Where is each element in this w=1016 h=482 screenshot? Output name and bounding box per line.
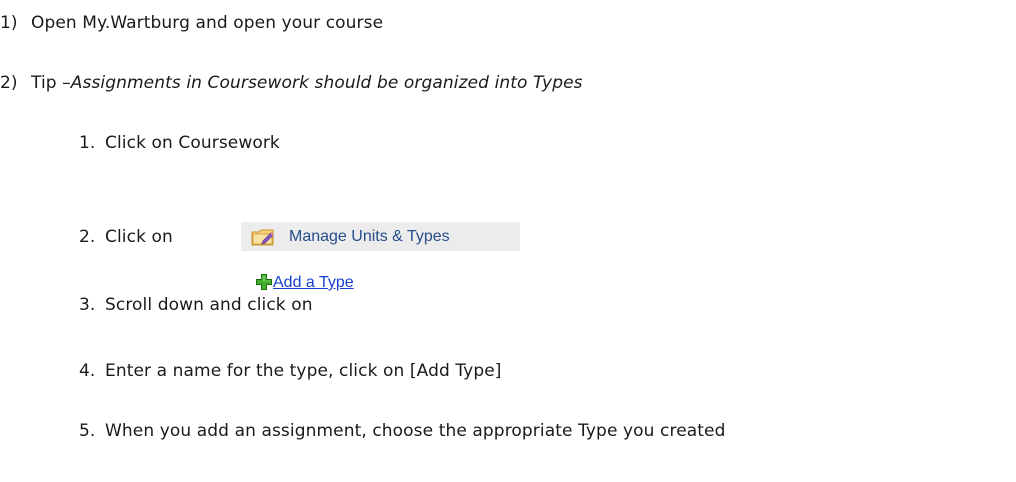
substep-3: 3. Scroll down and click on xyxy=(79,294,313,316)
edit-folder-icon xyxy=(251,227,275,247)
add-a-type-link[interactable]: Add a Type xyxy=(256,272,354,294)
substep-text: Scroll down and click on xyxy=(105,295,313,315)
step-tip-text: Assignments in Coursework should be orga… xyxy=(70,73,583,93)
green-plus-icon xyxy=(256,274,272,290)
substep-number: 3. xyxy=(79,295,96,315)
step-tip-prefix: Tip – xyxy=(31,73,71,93)
substep-2: 2. Click on xyxy=(79,226,173,248)
step-text: Open My.Wartburg and open your course xyxy=(31,13,384,33)
substep-number: 2. xyxy=(79,227,96,247)
substep-text: Click on Coursework xyxy=(105,133,280,153)
step-2: 2) Tip – Assignments in Coursework should… xyxy=(0,72,583,94)
add-a-type-label: Add a Type xyxy=(273,274,354,291)
manage-units-types-label: Manage Units & Types xyxy=(289,227,450,245)
substep-text: Enter a name for the type, click on [Add… xyxy=(105,361,502,381)
step-1: 1) Open My.Wartburg and open your course xyxy=(0,12,383,34)
step-number: 1) xyxy=(0,13,18,33)
substep-text: When you add an assignment, choose the a… xyxy=(105,421,726,441)
substep-1: 1. Click on Coursework xyxy=(79,132,280,154)
instructions-document: 1) Open My.Wartburg and open your course … xyxy=(0,0,1016,482)
substep-number: 5. xyxy=(79,421,96,441)
step-number: 2) xyxy=(0,73,18,93)
substep-5: 5. When you add an assignment, choose the… xyxy=(79,420,726,442)
substep-number: 1. xyxy=(79,133,96,153)
substep-4: 4. Enter a name for the type, click on [A… xyxy=(79,360,502,382)
manage-units-types-button[interactable]: Manage Units & Types xyxy=(241,222,520,251)
substep-text: Click on xyxy=(105,227,173,247)
substep-number: 4. xyxy=(79,361,96,381)
